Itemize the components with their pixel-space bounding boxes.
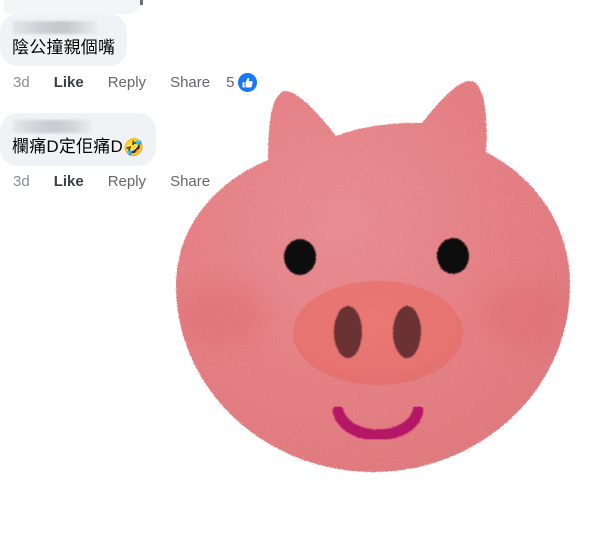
comment-text: 陰公撞親個嘴: [12, 38, 116, 57]
reaction-summary[interactable]: 5: [226, 73, 258, 92]
reply-button[interactable]: Reply: [108, 173, 146, 191]
pig-eye-left: [284, 239, 316, 275]
comment-bubble[interactable]: 欄痛D定佢痛D🤣: [0, 113, 157, 166]
comment-bubble[interactable]: 陰公撞親個嘴: [0, 14, 128, 66]
comment-actions: 3d Like Reply Share: [0, 173, 226, 191]
pig-nostril-left: [334, 306, 362, 358]
share-button[interactable]: Share: [170, 74, 210, 92]
like-button[interactable]: Like: [54, 74, 84, 92]
partial-comment-bubble-above[interactable]: [4, 0, 144, 14]
cheek-blush-right: [482, 285, 570, 345]
comment-author-name-blurred[interactable]: [13, 21, 98, 34]
like-button[interactable]: Like: [54, 173, 84, 191]
comment-timestamp[interactable]: 3d: [13, 74, 30, 92]
comment-actions: 3d Like Reply Share 5: [0, 73, 258, 92]
comment-item: 陰公撞親個嘴 3d Like Reply Share 5: [0, 14, 258, 92]
pig-nostril-right: [393, 306, 421, 358]
pig-snout: [293, 281, 463, 385]
comment-author-name-blurred[interactable]: [13, 120, 91, 133]
cheek-blush-left: [178, 285, 266, 345]
pig-eye-right: [437, 238, 469, 274]
reply-button[interactable]: Reply: [108, 74, 146, 92]
share-button[interactable]: Share: [170, 173, 210, 191]
reaction-count: 5: [226, 74, 235, 91]
thumbs-up-icon: [238, 73, 258, 92]
comment-item: 欄痛D定佢痛D🤣 3d Like Reply Share: [0, 113, 226, 191]
comment-timestamp[interactable]: 3d: [13, 173, 30, 191]
comment-text: 欄痛D定佢痛D🤣: [12, 136, 144, 159]
comment-overflow-artifact: [140, 0, 143, 5]
comment-text-body: 欄痛D定佢痛D: [12, 137, 123, 156]
rofl-emoji: 🤣: [122, 138, 145, 157]
